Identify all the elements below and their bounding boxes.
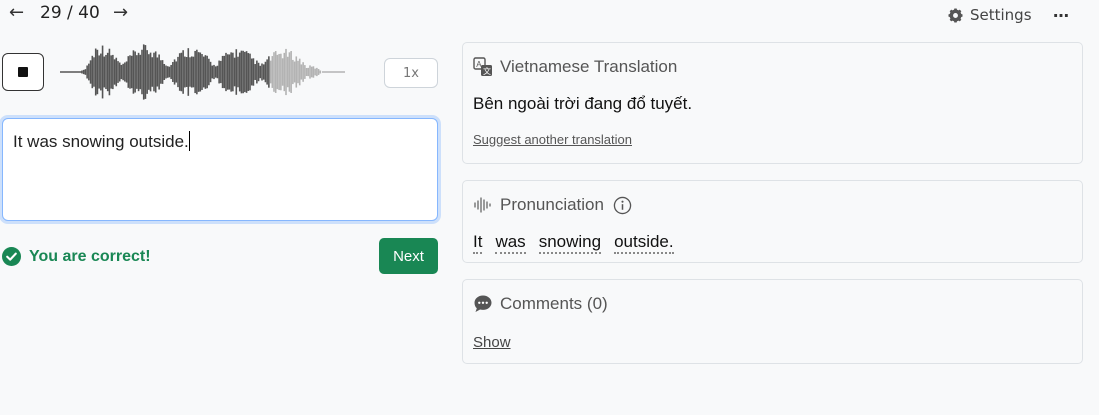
pronunciation-title: Pronunciation xyxy=(500,195,604,214)
gear-icon xyxy=(948,7,963,23)
feedback-text: You are correct! xyxy=(29,247,151,265)
settings-label: Settings xyxy=(970,6,1032,24)
suggest-translation-link[interactable]: Suggest another translation xyxy=(473,132,632,147)
translation-title: Vietnamese Translation xyxy=(500,57,678,76)
text-caret xyxy=(188,131,190,151)
audio-wave-icon xyxy=(474,197,491,213)
translation-card: A 文 Vietnamese Translation Bên ngoài trờ… xyxy=(462,42,1083,164)
next-button[interactable]: Next xyxy=(379,238,438,274)
pronunciation-header: Pronunciation xyxy=(473,195,632,215)
answer-input[interactable]: It was snowing outside. xyxy=(2,118,438,221)
app-root: ← 29 / 40 → Settings … 1x It was snowing… xyxy=(0,0,1099,415)
show-comments-link[interactable]: Show xyxy=(473,334,511,351)
comments-header: Comments (0) xyxy=(473,294,608,314)
stop-button[interactable] xyxy=(2,53,44,91)
pronunciation-word[interactable]: was xyxy=(495,232,526,254)
svg-text:文: 文 xyxy=(483,66,491,76)
comments-title: Comments (0) xyxy=(500,294,608,313)
pronunciation-word[interactable]: It xyxy=(473,232,483,254)
arrow-right-icon[interactable]: → xyxy=(113,2,128,23)
info-icon[interactable] xyxy=(613,196,632,215)
stop-icon xyxy=(18,67,28,77)
translation-header: A 文 Vietnamese Translation xyxy=(473,57,677,77)
chat-bubble-icon xyxy=(474,295,492,312)
arrow-left-icon[interactable]: ← xyxy=(9,2,24,23)
translation-text: Bên ngoài trời đang đổ tuyết. xyxy=(473,94,693,113)
settings-button[interactable]: Settings xyxy=(947,6,1032,24)
playback-speed-button[interactable]: 1x xyxy=(384,58,438,88)
pronunciation-card: Pronunciation It was snowing outside. xyxy=(462,180,1083,263)
sentence-counter: 29 / 40 xyxy=(40,3,100,23)
pronunciation-words: It was snowing outside. xyxy=(473,232,674,254)
translate-icon: A 文 xyxy=(473,57,492,76)
pronunciation-word[interactable]: outside. xyxy=(614,232,674,254)
audio-waveform[interactable] xyxy=(60,40,350,104)
comments-card: Comments (0) Show xyxy=(462,279,1083,364)
answer-text: It was snowing outside. xyxy=(13,132,189,151)
feedback-message: You are correct! xyxy=(2,247,151,266)
check-circle-icon xyxy=(2,247,21,266)
more-horizontal-icon[interactable]: … xyxy=(1053,2,1069,21)
pronunciation-word[interactable]: snowing xyxy=(538,232,602,254)
